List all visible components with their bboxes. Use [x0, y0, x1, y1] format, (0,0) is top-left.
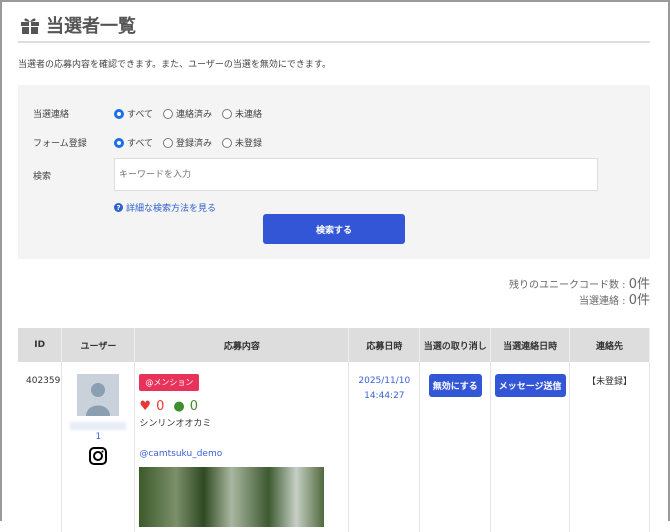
- filter-contact: 当選連絡 すべて 連絡済み 未連絡: [33, 107, 272, 120]
- username-blurred: [70, 422, 127, 430]
- row-cancel: 無効にする: [419, 362, 492, 532]
- avatar[interactable]: [77, 374, 120, 416]
- filter-label: 当選連絡: [33, 110, 70, 120]
- table-header: ID ユーザー 応募内容 応募日時 当選の取り消し 当選連絡日時 連絡先: [18, 328, 650, 362]
- radio-contact-done[interactable]: 連絡済み: [163, 107, 212, 120]
- page-title: 当選者一覧: [46, 16, 136, 37]
- account-link[interactable]: @camtsuku_demo: [139, 449, 348, 459]
- row-user: 1: [61, 362, 136, 532]
- post-image[interactable]: [139, 467, 325, 527]
- winners-table: ID ユーザー 応募内容 応募日時 当選の取り消し 当選連絡日時 連絡先 402359 1 …: [18, 328, 650, 532]
- question-icon: ?: [114, 203, 123, 212]
- page-description: 当選者の応募内容を確認できます。また、ユーザーの当選を無効にできます。: [18, 60, 332, 70]
- radio-contact-pending[interactable]: 未連絡: [222, 107, 262, 120]
- filter-label: 検索: [33, 172, 52, 182]
- row-content: @メンション ♥ 0 ● 0 シンリンオオカミ @camtsuku_demo: [134, 362, 350, 532]
- mention-badge: @メンション: [139, 374, 200, 391]
- row-contact: 【未登録】: [569, 362, 650, 532]
- username-link[interactable]: 1: [62, 432, 134, 442]
- search-button[interactable]: 検索する: [263, 214, 405, 244]
- comment-icon: ●: [173, 399, 185, 414]
- counts: 残りのユニークコード数 : 0件 当選連絡 : 0件: [508, 277, 650, 308]
- table-row: 402359 1 @メンション ♥ 0 ● 0 シンリンオオカミ @camtsuku…: [18, 362, 650, 532]
- search-input[interactable]: [114, 158, 598, 191]
- send-message-button[interactable]: メッセージ送信: [494, 374, 566, 397]
- radio-contact-all[interactable]: すべて: [114, 107, 153, 120]
- page-header: 当選者一覧: [20, 12, 136, 38]
- post-text: シンリンオオカミ: [139, 419, 212, 429]
- invalidate-button[interactable]: 無効にする: [428, 374, 482, 397]
- help-link[interactable]: ? 詳細な検索方法を見る: [114, 201, 216, 214]
- filter-search: 検索: [33, 169, 114, 182]
- comment-count: 0: [189, 399, 198, 414]
- radio-form-unregistered[interactable]: 未登録: [222, 136, 262, 149]
- filter-panel: 当選連絡 すべて 連絡済み 未連絡 フォーム登録 すべて 登録済み 未登録 検索…: [18, 85, 650, 259]
- divider: [18, 41, 650, 43]
- row-contact-date: メッセージ送信: [490, 362, 571, 532]
- row-date: 2025/11/10 14:44:27: [348, 362, 421, 532]
- filter-label: フォーム登録: [33, 139, 87, 149]
- gift-icon: [21, 18, 39, 34]
- heart-icon: ♥: [139, 399, 152, 414]
- filter-form: フォーム登録 すべて 登録済み 未登録: [33, 136, 272, 149]
- like-count: 0: [156, 399, 165, 414]
- radio-form-all[interactable]: すべて: [114, 136, 153, 149]
- instagram-icon[interactable]: [88, 446, 108, 466]
- row-id: 402359: [18, 362, 63, 532]
- radio-form-registered[interactable]: 登録済み: [163, 136, 212, 149]
